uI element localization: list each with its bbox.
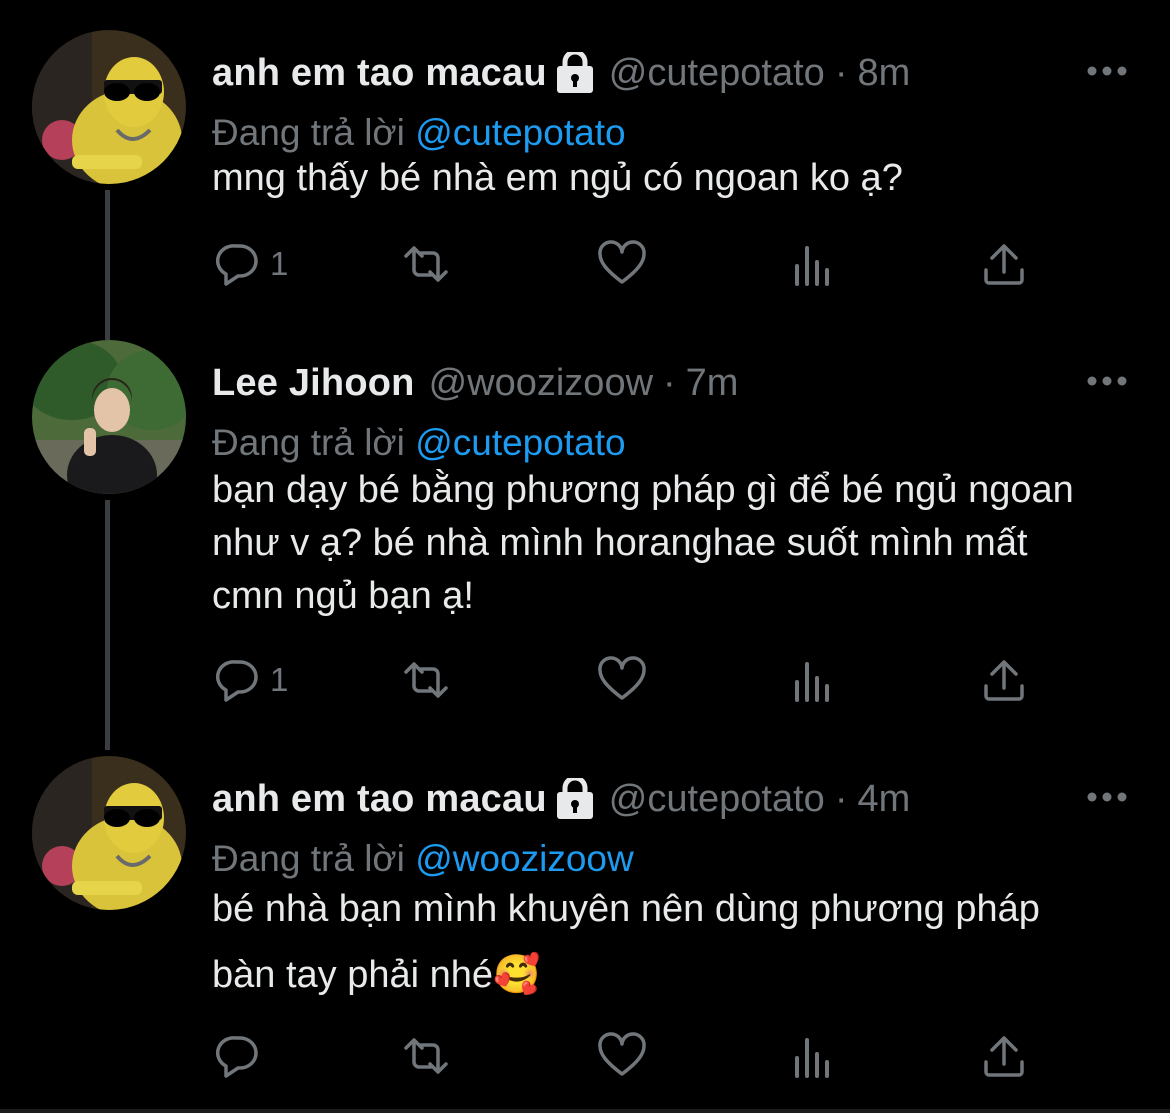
display-name[interactable]: Lee Jihoon — [212, 362, 415, 405]
share-button[interactable] — [978, 654, 1030, 706]
reply-icon — [215, 660, 258, 702]
tweet-text: mng thấy bé nhà em ngủ có ngoan ko ạ? — [212, 157, 903, 199]
views-button[interactable] — [787, 238, 839, 290]
handle[interactable]: @cutepotato — [609, 52, 825, 95]
action-bar: 1 — [212, 238, 1042, 294]
separator-dot: · — [834, 51, 848, 94]
views-button[interactable] — [787, 1030, 839, 1082]
tweet-header: anh em tao macau @cutepotato · 4m — [212, 774, 910, 824]
reply-button[interactable]: 1 — [212, 238, 288, 290]
more-options-icon[interactable] — [1086, 374, 1128, 388]
replying-to: Đang trả lời @woozizoow — [212, 838, 634, 880]
separator-dot: · — [834, 777, 848, 820]
display-name[interactable]: anh em tao macau — [212, 778, 547, 821]
views-button[interactable] — [787, 654, 839, 706]
dog-sunglasses-avatar[interactable] — [32, 30, 186, 184]
views-chart-icon — [795, 1038, 829, 1078]
heart-icon — [598, 656, 646, 700]
like-button[interactable] — [596, 238, 648, 290]
action-bar: 1 — [212, 654, 1042, 710]
tweet[interactable]: Lee Jihoon @woozizoow · 7m Đang trả lời … — [0, 340, 1170, 750]
reply-button[interactable] — [212, 1030, 270, 1082]
reply-prefix: Đang trả lời — [212, 838, 405, 879]
action-bar — [212, 1030, 1042, 1086]
bottom-divider — [0, 1109, 1170, 1113]
person-peace-sign-avatar[interactable] — [32, 340, 186, 494]
more-options-icon[interactable] — [1086, 64, 1128, 78]
lock-icon — [556, 52, 593, 93]
share-icon — [984, 244, 1024, 285]
mention-link[interactable]: @cutepotato — [415, 422, 625, 463]
like-button[interactable] — [596, 1030, 648, 1082]
views-chart-icon — [795, 662, 829, 702]
display-name[interactable]: anh em tao macau — [212, 52, 547, 95]
handle[interactable]: @woozizoow — [429, 362, 653, 405]
mention-link[interactable]: @cutepotato — [415, 112, 625, 153]
timestamp[interactable]: 8m — [857, 52, 910, 95]
timestamp[interactable]: 7m — [686, 362, 739, 405]
tweet-text: bạn dạy bé bằng phương pháp gì để bé ngủ… — [212, 469, 1074, 617]
share-icon — [984, 1036, 1024, 1077]
separator-dot: · — [663, 361, 676, 404]
retweet-icon — [404, 1038, 448, 1074]
tweet-header: Lee Jihoon @woozizoow · 7m — [212, 358, 738, 408]
tweet-header: anh em tao macau @cutepotato · 8m — [212, 48, 910, 98]
retweet-icon — [404, 246, 448, 282]
handle[interactable]: @cutepotato — [609, 778, 825, 821]
dog-sunglasses-avatar[interactable] — [32, 756, 186, 910]
share-icon — [984, 660, 1024, 701]
retweet-button[interactable] — [400, 1030, 452, 1082]
timestamp[interactable]: 4m — [857, 778, 910, 821]
like-button[interactable] — [596, 654, 648, 706]
replying-to: Đang trả lời @cutepotato — [212, 112, 626, 154]
mention-link[interactable]: @woozizoow — [415, 838, 634, 879]
more-options-icon[interactable] — [1086, 790, 1128, 804]
reply-prefix: Đang trả lời — [212, 422, 405, 463]
tweet[interactable]: anh em tao macau @cutepotato · 8m Đang t… — [0, 30, 1170, 330]
share-button[interactable] — [978, 238, 1030, 290]
tweet-text: bé nhà bạn mình khuyên nên dùng phương p… — [212, 888, 1040, 996]
reply-button[interactable]: 1 — [212, 654, 288, 706]
replying-to: Đang trả lời @cutepotato — [212, 422, 626, 464]
reply-icon — [215, 244, 258, 286]
heart-icon — [598, 240, 646, 284]
lock-icon — [556, 778, 593, 819]
reply-count: 1 — [270, 245, 289, 282]
retweet-button[interactable] — [400, 238, 452, 290]
retweet-icon — [404, 662, 448, 698]
share-button[interactable] — [978, 1030, 1030, 1082]
heart-icon — [598, 1032, 646, 1076]
views-chart-icon — [795, 246, 829, 286]
reply-icon — [215, 1036, 258, 1078]
retweet-button[interactable] — [400, 654, 452, 706]
reply-prefix: Đang trả lời — [212, 112, 405, 153]
tweet[interactable]: anh em tao macau @cutepotato · 4m Đang t… — [0, 756, 1170, 1113]
reply-count: 1 — [270, 661, 289, 698]
